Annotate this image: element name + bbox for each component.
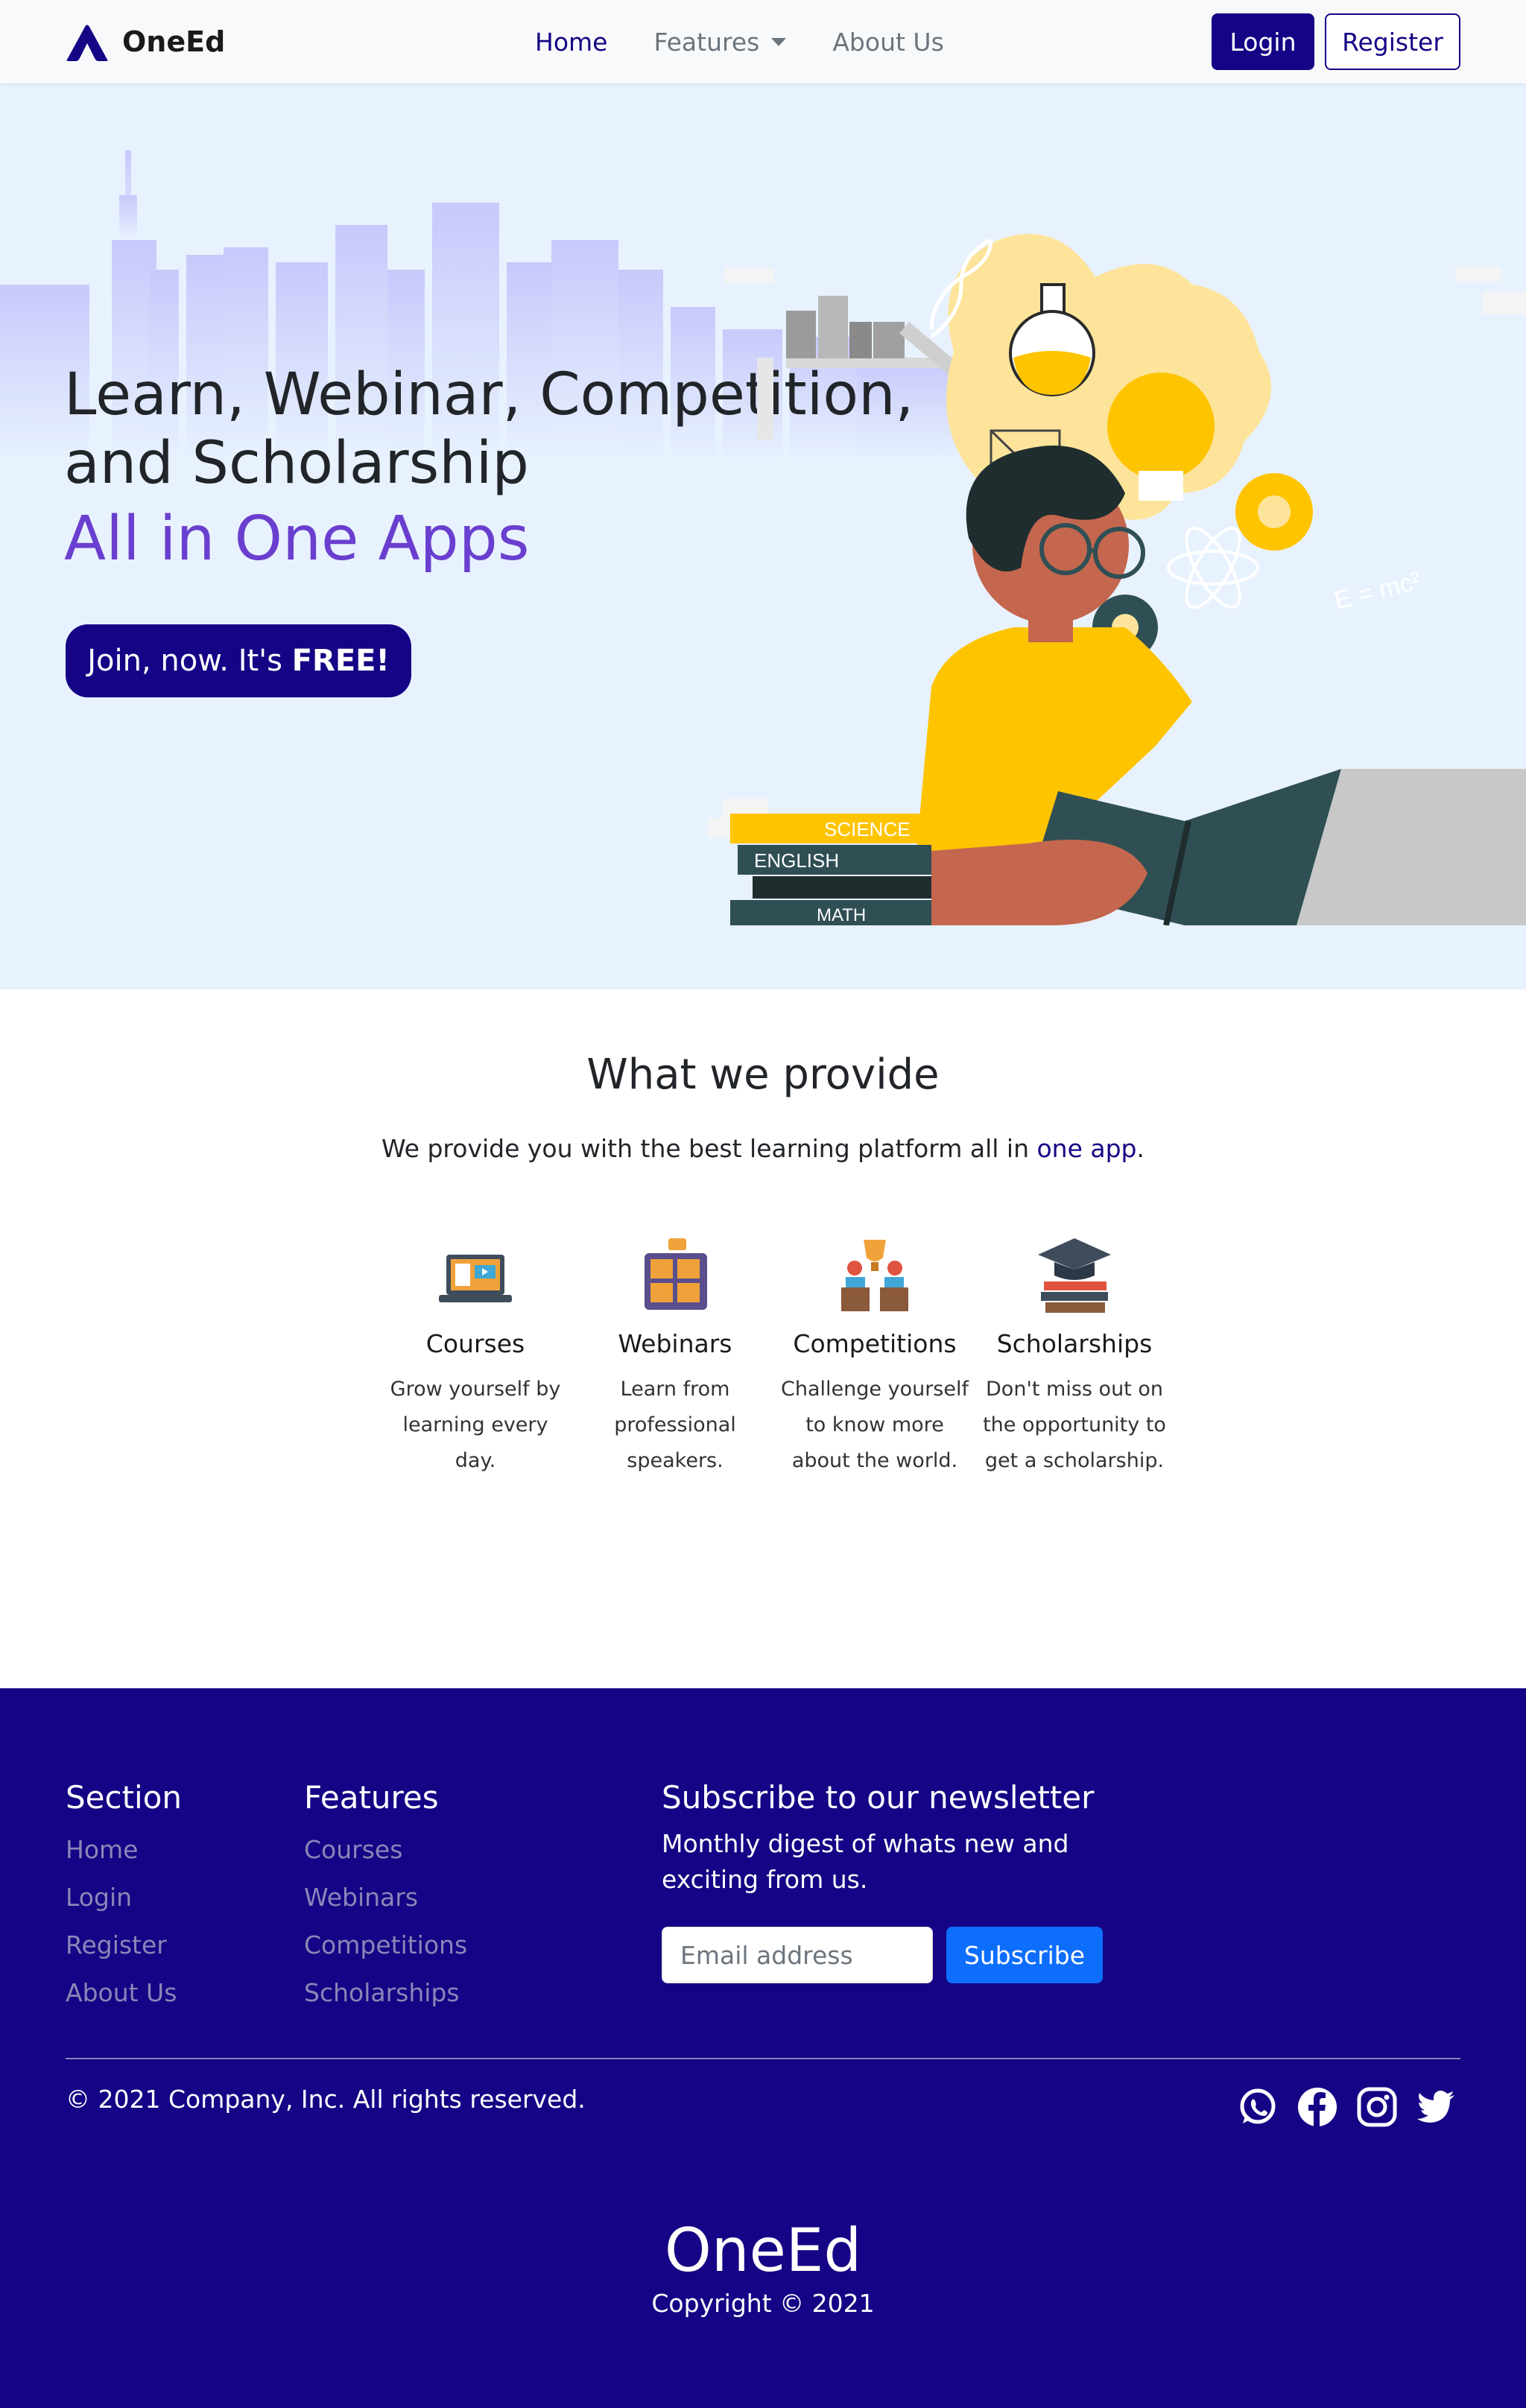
footer-link-login[interactable]: Login (66, 1874, 182, 1921)
social-links (1237, 2086, 1475, 2128)
nav-link-features[interactable]: Features (653, 24, 787, 60)
book-math-label: MATH (817, 905, 866, 925)
footer-link-courses[interactable]: Courses (304, 1826, 467, 1874)
nav-links: Home Features About Us (535, 24, 990, 60)
copyright-text: © 2021 Company, Inc. All rights reserved… (66, 2085, 586, 2114)
feature-webinars-text: Learn from professional speakers. (614, 1378, 736, 1472)
footer-brand-copyright: Copyright © 2021 (651, 2289, 875, 2318)
email-input[interactable] (662, 1927, 933, 1983)
gear-icon (1235, 473, 1313, 551)
newsletter-text: Monthly digest of whats new and exciting… (662, 1829, 1069, 1894)
footer-section-title: Section (66, 1779, 183, 1816)
book-science-label: SCIENCE (824, 818, 911, 840)
nav-link-about[interactable]: About Us (832, 24, 943, 60)
footer-brand: OneEd (664, 2216, 862, 2285)
feature-courses-title: Courses (425, 1329, 525, 1358)
section-title: What we provide (586, 1051, 940, 1099)
feature-courses: Courses Grow yourself by learning every … (376, 1235, 575, 1479)
footer-link-scholarships[interactable]: Scholarships (304, 1969, 467, 2017)
brand-mark-icon (66, 25, 108, 61)
footer: Section Home Login Register About Us Fea… (0, 1688, 1526, 2408)
brand-name: OneEd (122, 25, 226, 58)
twitter-icon[interactable] (1416, 2086, 1457, 2128)
trophy-competition-icon (841, 1240, 908, 1311)
footer-link-register[interactable]: Register (66, 1921, 182, 1969)
feature-scholarships: Scholarships Don't miss out on the oppor… (975, 1235, 1174, 1479)
book-stack-icon: SCIENCE ENGLISH MATH (730, 814, 931, 925)
section-subtitle-text: We provide you with the best learning pl… (381, 1134, 1037, 1163)
chevron-down-icon (771, 37, 787, 46)
footer-features-column: Features Courses Webinars Competitions S… (304, 1779, 467, 2017)
webinar-icon (645, 1238, 707, 1310)
nav-link-features-label: Features (653, 27, 760, 57)
feature-scholarships-text: Don't miss out on the opportunity to get… (983, 1378, 1166, 1472)
footer-link-webinars[interactable]: Webinars (304, 1874, 467, 1921)
brand-logo[interactable]: OneEd (64, 21, 225, 63)
student-reading-illustration: E = mc² SCIENCE ENGLISH MATH (708, 233, 1526, 925)
register-button[interactable]: Register (1325, 13, 1460, 70)
hero-section: Learn, Webinar, Competition, and Scholar… (0, 83, 1526, 989)
hero-subtitle: All in One Apps (64, 504, 530, 574)
instagram-icon[interactable] (1356, 2086, 1398, 2128)
footer-section-column: Section Home Login Register About Us (66, 1779, 182, 2017)
footer-link-about[interactable]: About Us (66, 1969, 182, 2017)
nav-link-home-label: Home (535, 27, 608, 57)
book-english-label: ENGLISH (754, 849, 839, 872)
formula-text: E = mc² (1332, 566, 1424, 615)
navbar: OneEd Home Features About Us Login Regis… (0, 0, 1526, 83)
facebook-icon[interactable] (1297, 2086, 1338, 2128)
graduation-cap-icon (1038, 1238, 1111, 1313)
newsletter-title: Subscribe to our newsletter (662, 1779, 1095, 1816)
section-subtitle-end: . (1136, 1134, 1145, 1163)
join-button-text: Join, now. It's (87, 644, 292, 678)
subscribe-button[interactable]: Subscribe (946, 1927, 1103, 1983)
join-free-button[interactable]: Join, now. It's FREE! (66, 624, 411, 697)
feature-competitions: Competitions Challenge yourself to know … (775, 1235, 975, 1479)
feature-list: Courses Grow yourself by learning every … (376, 1235, 1174, 1479)
feature-scholarships-title: Scholarships (996, 1329, 1153, 1358)
nav-link-home[interactable]: Home (535, 24, 607, 60)
laptop-course-icon (439, 1255, 512, 1302)
section-subtitle: We provide you with the best learning pl… (0, 1134, 1526, 1163)
nav-link-about-label: About Us (832, 27, 944, 57)
feature-courses-text: Grow yourself by learning every day. (390, 1378, 561, 1472)
footer-features-title: Features (304, 1779, 439, 1816)
newsletter: Subscribe to our newsletter Monthly dige… (662, 1779, 1094, 1898)
login-button[interactable]: Login (1212, 13, 1314, 70)
feature-competitions-text: Challenge yourself to know more about th… (781, 1378, 969, 1472)
whatsapp-icon[interactable] (1237, 2086, 1279, 2128)
feature-competitions-title: Competitions (793, 1329, 957, 1358)
feature-webinars: Webinars Learn from professional speaker… (575, 1235, 775, 1479)
feature-webinars-title: Webinars (618, 1329, 732, 1358)
join-button-free: FREE! (291, 644, 390, 678)
footer-link-competitions[interactable]: Competitions (304, 1921, 467, 1969)
footer-link-home[interactable]: Home (66, 1826, 182, 1874)
section-subtitle-highlight: one app (1036, 1134, 1137, 1163)
footer-divider (66, 2058, 1460, 2059)
